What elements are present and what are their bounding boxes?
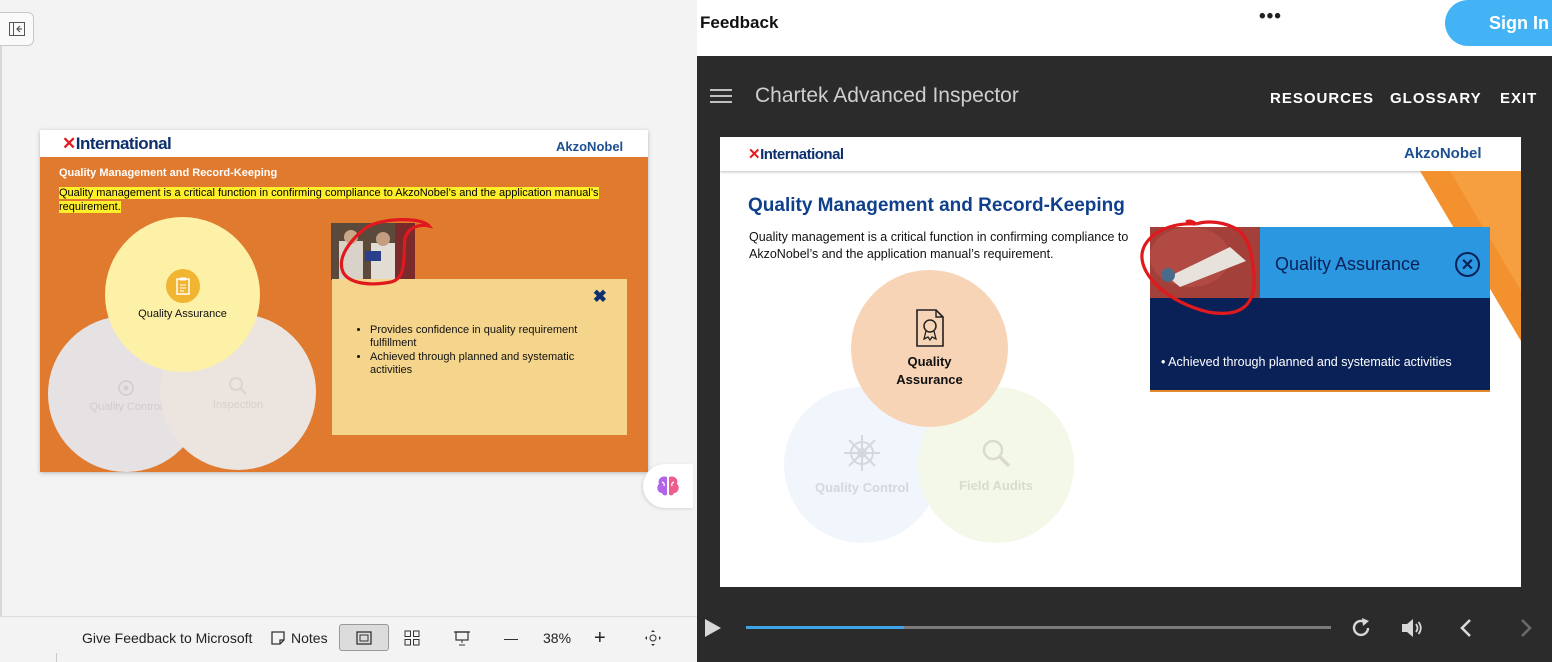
popup-bullet-list: Provides confidence in quality requireme…: [370, 324, 610, 378]
international-x-mark: ✕: [62, 134, 76, 153]
international-logo-text: International: [760, 146, 844, 163]
international-logo: ✕International: [62, 134, 172, 154]
international-x-mark: ✕: [748, 146, 761, 163]
collapse-pane-button[interactable]: [0, 12, 34, 46]
magnifier-icon: [229, 377, 247, 395]
previous-slide-icon[interactable]: [1458, 617, 1474, 639]
player-header: Chartek Advanced Inspector RESOURCES GLO…: [697, 56, 1552, 136]
nav-glossary[interactable]: GLOSSARY: [1390, 90, 1482, 107]
progress-bar[interactable]: [746, 626, 1331, 629]
feedback-title: Feedback: [700, 13, 779, 32]
status-bar: Give Feedback to Microsoft Notes — 38% +: [0, 616, 697, 662]
highlighted-description: Quality management is a critical functio…: [59, 187, 599, 213]
nav-resources[interactable]: RESOURCES: [1270, 90, 1374, 107]
akzonobel-logo: AkzoNobel: [1404, 145, 1482, 162]
slideshow-button[interactable]: [453, 626, 471, 650]
circle-label: Inspection: [212, 399, 264, 411]
course-slide: ✕International AkzoNobel Quality Managem…: [720, 137, 1521, 587]
akzonobel-logo: AkzoNobel: [556, 139, 624, 154]
quality-assurance-popup: ✖ Provides confidence in quality require…: [332, 279, 627, 435]
presentation-icon: [454, 631, 470, 646]
zoom-out-button[interactable]: —: [504, 626, 518, 650]
brain-icon: [657, 476, 679, 496]
circle-quality-assurance[interactable]: Quality Assurance: [105, 217, 260, 372]
copilot-button[interactable]: [643, 464, 693, 508]
slide-thumbnail-editor[interactable]: ✕International AkzoNobel Quality Managem…: [40, 130, 648, 472]
close-icon[interactable]: ✖: [593, 287, 607, 307]
slide-banner: ✕International AkzoNobel: [720, 137, 1521, 171]
course-player-pane: Feedback ••• Sign In Chartek Advanced In…: [697, 0, 1552, 662]
normal-view-button[interactable]: [339, 624, 389, 651]
close-icon[interactable]: ✕: [1455, 252, 1480, 277]
slide-description: Quality management is a critical functio…: [749, 230, 1129, 261]
slide-banner: ✕International AkzoNobel: [40, 130, 648, 157]
popup-bullet: Provides confidence in quality requireme…: [370, 324, 610, 350]
popup-header: Quality Assurance ✕: [1150, 227, 1490, 298]
circle-label: Quality Control: [815, 480, 909, 495]
pane-edge: [0, 44, 2, 662]
clipboard-icon: [165, 269, 200, 303]
grid-icon: [404, 630, 420, 646]
workers-photo: [331, 223, 415, 280]
replay-icon[interactable]: [1350, 617, 1372, 639]
progress-fill: [746, 626, 904, 629]
certificate-icon: [915, 308, 944, 347]
play-icon[interactable]: [703, 617, 723, 639]
notes-button[interactable]: Notes: [270, 626, 328, 650]
slide-sorter-button[interactable]: [404, 626, 420, 650]
international-logo: ✕International: [748, 145, 844, 163]
feedback-bar: Feedback ••• Sign In: [697, 0, 1552, 56]
popup-bullet: Achieved through planned and systematic …: [370, 351, 610, 377]
gear-icon: [118, 380, 134, 396]
volume-icon[interactable]: [1400, 617, 1424, 639]
quality-assurance-popup: Quality Assurance ✕ • Achieved through p…: [1150, 227, 1490, 392]
spray-nozzle-photo: [1150, 227, 1260, 298]
circle-quality-assurance[interactable]: Quality Assurance: [851, 270, 1008, 427]
powerpoint-pane: ✕International AkzoNobel Quality Managem…: [0, 0, 697, 662]
sign-in-button[interactable]: Sign In: [1445, 0, 1552, 46]
slide-title: Quality Management and Record-Keeping: [748, 195, 1125, 216]
zoom-in-button[interactable]: +: [594, 626, 606, 650]
fit-window-icon: [645, 630, 661, 646]
notes-label: Notes: [291, 630, 328, 646]
ship-wheel-icon: [844, 435, 880, 471]
fit-to-window-button[interactable]: [644, 626, 662, 650]
give-feedback-link[interactable]: Give Feedback to Microsoft: [82, 626, 252, 650]
magnifier-icon: [982, 439, 1011, 468]
slide-title: Quality Management and Record-Keeping: [59, 167, 278, 179]
circle-label: Field Audits: [959, 478, 1033, 493]
popup-title: Quality Assurance: [1275, 254, 1421, 274]
normal-view-icon: [356, 630, 372, 645]
notes-icon: [271, 631, 285, 645]
collapse-panel-icon: [8, 22, 25, 36]
more-options-button[interactable]: •••: [1259, 6, 1282, 28]
popup-bullet: • Achieved through planned and systemati…: [1161, 355, 1452, 369]
horizontal-scrollbar[interactable]: [56, 653, 697, 662]
player-controls: [697, 610, 1552, 662]
nav-exit[interactable]: EXIT: [1500, 90, 1537, 107]
slide-description: Quality management is a critical functio…: [59, 186, 619, 214]
menu-icon[interactable]: [710, 89, 732, 105]
circle-label: Quality Assurance: [896, 353, 963, 387]
circle-label: Quality Assurance: [138, 308, 227, 320]
zoom-level[interactable]: 38%: [543, 626, 571, 650]
next-slide-icon[interactable]: [1518, 617, 1534, 639]
international-logo-text: International: [75, 134, 172, 153]
course-title: Chartek Advanced Inspector: [755, 84, 1019, 107]
circle-label: Quality Control: [89, 401, 163, 413]
